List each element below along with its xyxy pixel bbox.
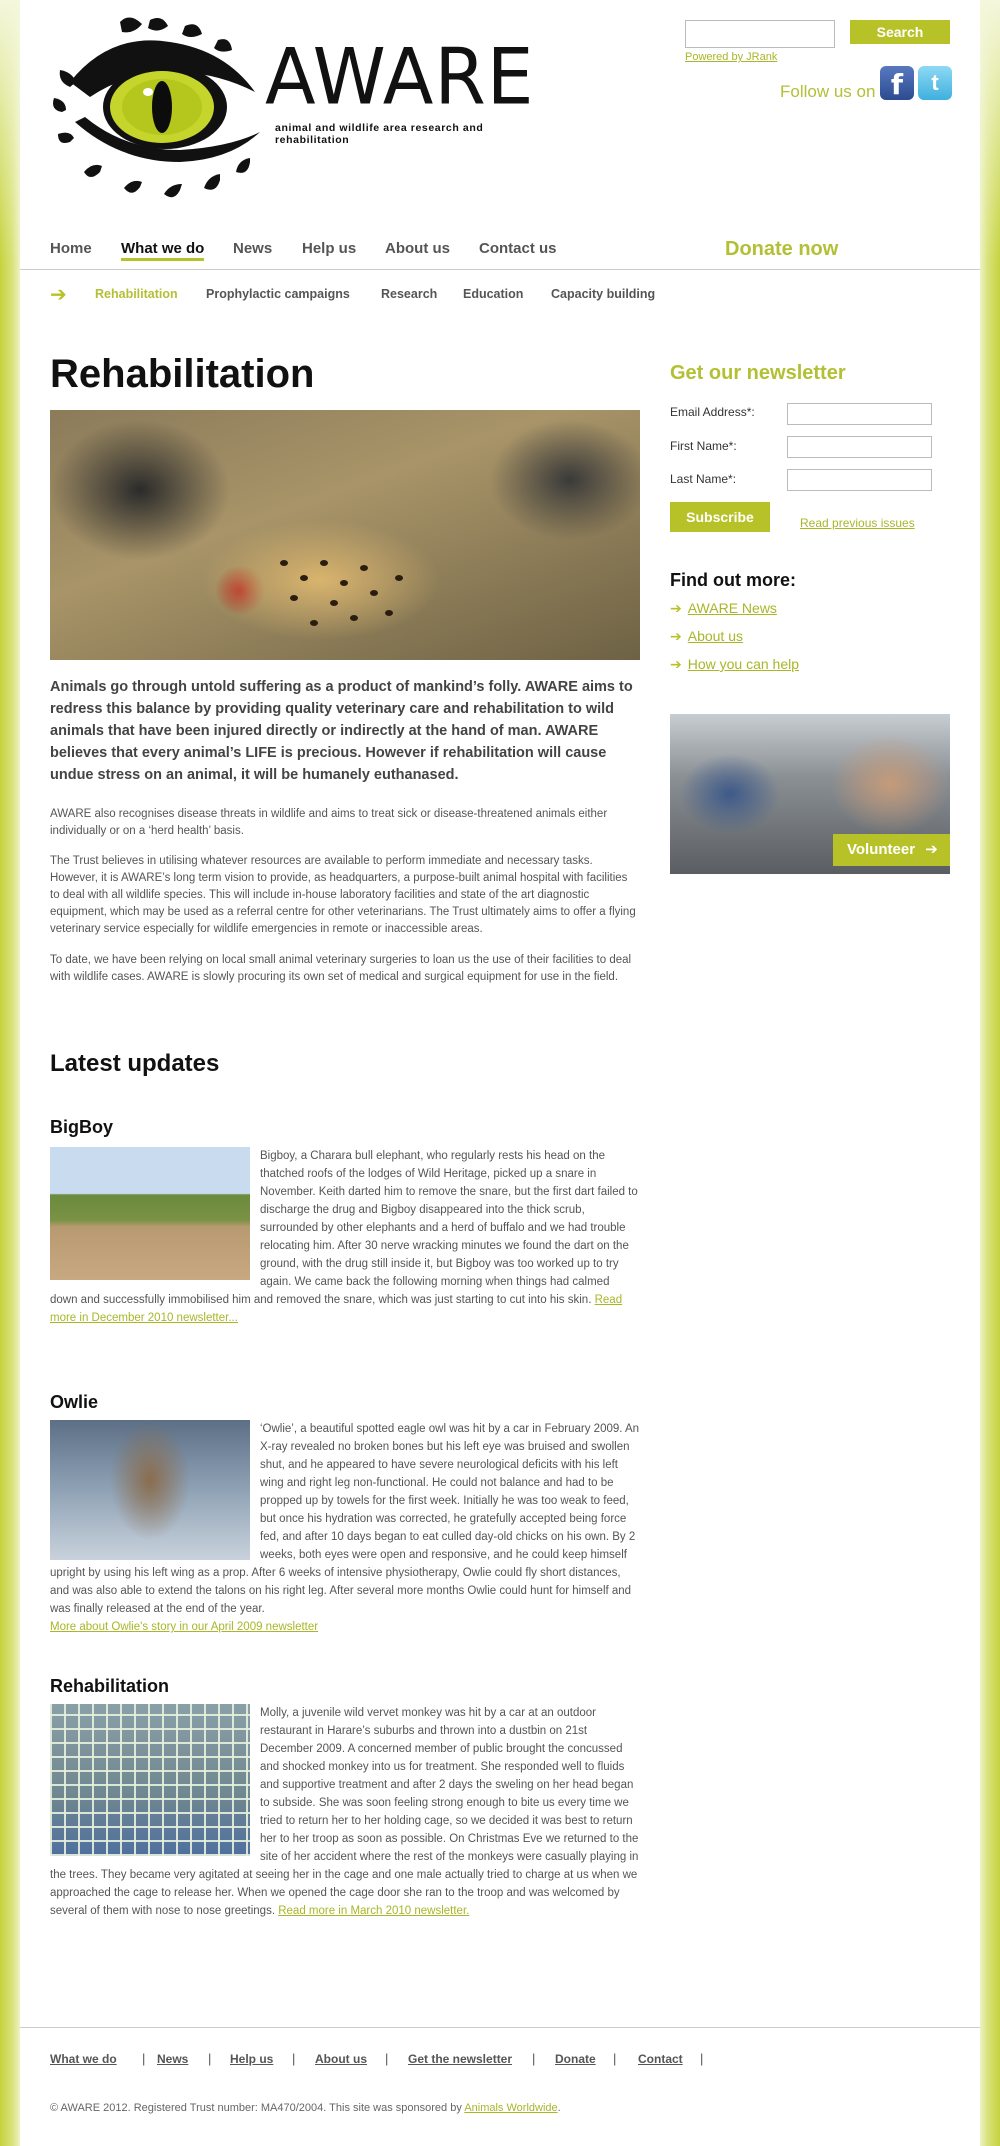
update-link-rehabilitation[interactable]: Read more in March 2010 newsletter. (278, 1905, 469, 1917)
volunteer-button[interactable]: Volunteer ➔ (833, 834, 950, 866)
read-previous-issues-link[interactable]: Read previous issues (800, 516, 915, 530)
arrow-icon: ➔ (670, 628, 682, 644)
footer-what-we-do[interactable]: What we do (50, 2052, 117, 2066)
find-out-more-title: Find out more: (670, 570, 796, 590)
page-title: Rehabilitation (50, 352, 315, 396)
facebook-icon[interactable]: f (880, 66, 914, 101)
nav-what-we-do[interactable]: What we do (121, 240, 205, 261)
last-name-field[interactable] (787, 469, 932, 491)
subnav-research[interactable]: Research (381, 287, 437, 301)
nav-about-us[interactable]: About us (385, 240, 450, 257)
logo-wordmark: AWARE (265, 31, 535, 123)
body-paragraph-3: To date, we have been relying on local s… (50, 954, 632, 983)
last-name-label: Last Name*: (670, 472, 737, 486)
footer-separator: | (385, 2051, 389, 2066)
body-paragraph-2: The Trust believes in utilising whatever… (50, 855, 636, 935)
subnav-prophylactic-campaigns[interactable]: Prophylactic campaigns (206, 287, 350, 301)
arrow-icon: ➔ (925, 841, 938, 858)
eye-logo-icon (53, 17, 260, 198)
donate-now-link[interactable]: Donate now (725, 238, 838, 261)
arrow-icon: ➔ (670, 600, 682, 616)
first-name-label: First Name*: (670, 439, 737, 453)
owl-photo (50, 1420, 250, 1560)
footer-separator: | (700, 2051, 704, 2066)
email-field[interactable] (787, 403, 932, 425)
twitter-icon[interactable]: t (918, 66, 952, 100)
footer-separator: | (532, 2051, 536, 2066)
elephant-photo (50, 1147, 250, 1280)
search-input[interactable] (685, 20, 835, 48)
monkey-cage-photo (50, 1704, 250, 1856)
footer-help-us[interactable]: Help us (230, 2052, 273, 2066)
update-title-owlie: Owlie (50, 1392, 99, 1412)
footer-separator: | (142, 2051, 146, 2066)
intro-text: Animals go through untold suffering as a… (50, 679, 633, 783)
page: AWARE animal and wildlife area research … (20, 0, 980, 2146)
nav-contact-us[interactable]: Contact us (479, 240, 557, 257)
latest-updates-heading: Latest updates (50, 1050, 220, 1077)
subnav-capacity-building[interactable]: Capacity building (551, 287, 655, 301)
find-out-link-aware-news[interactable]: ➔ AWARE News (670, 600, 777, 617)
aware-logo[interactable]: AWARE animal and wildlife area research … (50, 12, 550, 207)
subnav-rehabilitation[interactable]: Rehabilitation (95, 287, 178, 301)
copyright-text: © AWARE 2012. Registered Trust number: M… (50, 2102, 561, 2114)
footer-contact[interactable]: Contact (638, 2052, 683, 2066)
footer-separator: | (613, 2051, 617, 2066)
footer-separator: | (208, 2051, 212, 2066)
subnav-arrow-icon: ➔ (50, 284, 67, 306)
powered-by-link[interactable]: Powered by JRank (685, 51, 777, 63)
search-button[interactable]: Search (850, 20, 950, 44)
logo-tagline: animal and wildlife area research and re… (275, 122, 484, 146)
footer-get-newsletter[interactable]: Get the newsletter (408, 2052, 512, 2066)
update-link-owlie[interactable]: More about Owlie's story in our April 20… (50, 1621, 318, 1633)
footer-separator: | (292, 2051, 296, 2066)
find-out-link-about-us[interactable]: ➔ About us (670, 628, 743, 645)
arrow-icon: ➔ (670, 656, 682, 672)
nav-news[interactable]: News (233, 240, 272, 257)
footer-divider (20, 2027, 980, 2028)
first-name-field[interactable] (787, 436, 932, 458)
newsletter-title: Get our newsletter (670, 362, 846, 384)
update-bigboy: Bigboy, a Charara bull elephant, who reg… (50, 1147, 640, 1327)
follow-us-label: Follow us on (780, 82, 876, 101)
hero-cheetah-photo (50, 410, 640, 660)
subscribe-button[interactable]: Subscribe (670, 502, 770, 532)
update-title-bigboy: BigBoy (50, 1117, 113, 1137)
footer-donate[interactable]: Donate (555, 2052, 596, 2066)
nav-home[interactable]: Home (50, 240, 92, 257)
update-title-rehabilitation: Rehabilitation (50, 1676, 170, 1696)
update-owlie: ‘Owlie’, a beautiful spotted eagle owl w… (50, 1420, 640, 1636)
footer-news[interactable]: News (157, 2052, 188, 2066)
body-paragraph-1: AWARE also recognises disease threats in… (50, 808, 608, 837)
sponsor-link[interactable]: Animals Worldwide (464, 2102, 557, 2114)
nav-divider (20, 269, 980, 270)
find-out-link-how-you-can-help[interactable]: ➔ How you can help (670, 656, 799, 673)
nav-help-us[interactable]: Help us (302, 240, 356, 257)
footer-about-us[interactable]: About us (315, 2052, 367, 2066)
subnav-education[interactable]: Education (463, 287, 523, 301)
update-rehabilitation: Molly, a juvenile wild vervet monkey was… (50, 1704, 640, 1920)
email-label: Email Address*: (670, 405, 755, 419)
